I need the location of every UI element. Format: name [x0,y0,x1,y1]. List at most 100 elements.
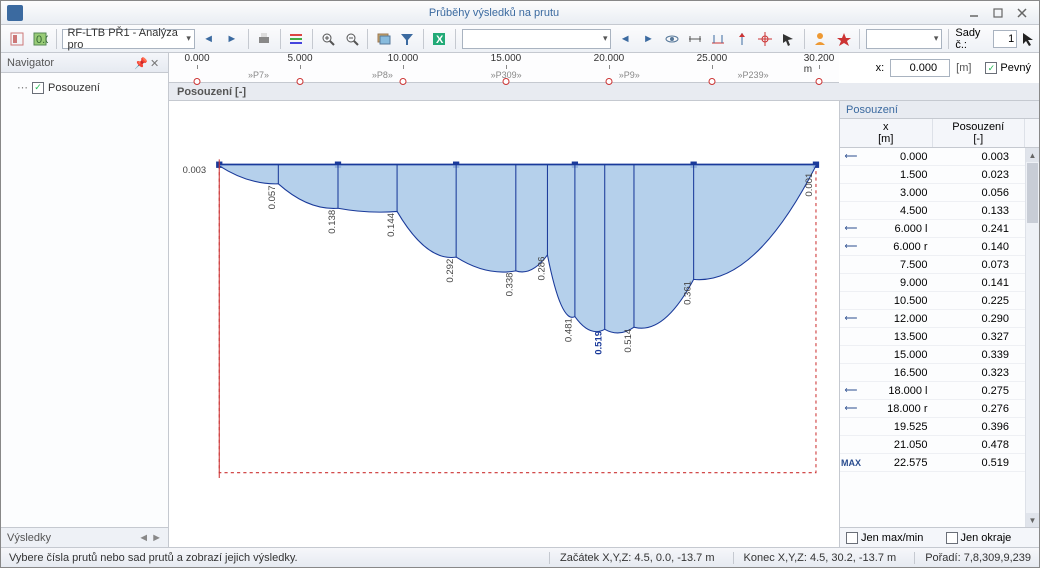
scroll-down-icon[interactable]: ▼ [1026,513,1039,527]
prev-arrow-icon[interactable]: ◄ [199,28,218,50]
target-icon[interactable] [755,28,774,50]
table-row[interactable]: ⟵6.000 l0.241 [840,220,1025,238]
svg-text:0.361: 0.361 [683,281,694,305]
svg-text:0.292: 0.292 [445,259,456,283]
table-row[interactable]: 15.0000.339 [840,346,1025,364]
navigator-tab[interactable]: Výsledky ◄► [1,527,168,547]
svg-text:0.286: 0.286 [536,257,547,281]
svg-text:0.138: 0.138 [327,210,338,234]
table-row[interactable]: ⟵12.0000.290 [840,310,1025,328]
layers-icon[interactable] [374,28,393,50]
table-row[interactable]: ⟵18.000 r0.276 [840,400,1025,418]
status-hint: Vybere čísla prutů nebo sad prutů a zobr… [9,552,531,564]
table-row[interactable]: 16.5000.323 [840,364,1025,382]
plot-title: Posouzení [-] [169,83,1039,101]
scroll-up-icon[interactable]: ▲ [1026,148,1039,162]
nav-tab-label: Výsledky [7,532,51,544]
table-row[interactable]: 21.0500.478 [840,436,1025,454]
status-end: Konec X,Y,Z: 4.5, 30.2, -13.7 m [733,552,897,564]
print-icon[interactable] [254,28,273,50]
titlebar: Průběhy výsledků na prutu [1,1,1039,25]
svg-text:0.514: 0.514 [623,329,634,353]
table-title: Posouzení [840,101,1039,119]
navigator-tree[interactable]: ⋯ ✓ Posouzení [1,73,168,527]
maximize-button[interactable] [987,5,1009,21]
pin-icon[interactable]: 📌 [134,57,146,69]
fixed-label: Pevný [1000,62,1031,74]
toolbar-icon-2[interactable]: 0.00 [30,28,49,50]
fixed-checkbox[interactable]: ✓ Pevný [985,62,1031,74]
zoom-in-icon[interactable] [319,28,338,50]
table-body[interactable]: ⟵0.0000.0031.5000.0233.0000.0564.5000.13… [840,148,1025,527]
tree-item-label: Posouzení [48,82,100,94]
svg-text:0.144: 0.144 [386,213,397,237]
cb-maxmin[interactable]: Jen max/min [840,532,940,544]
svg-text:0.001: 0.001 [804,173,815,197]
app-logo-icon [7,5,23,21]
navigator-panel: Navigator 📌 ✕ ⋯ ✓ Posouzení Výsledky ◄► [1,53,169,547]
svg-text:0.003: 0.003 [183,165,207,176]
plot-diagram[interactable]: 0.0570.1380.1440.2920.3380.2860.4810.519… [169,101,839,547]
status-bar: Vybere čísla prutů nebo sad prutů a zobr… [1,547,1039,567]
analysis-combo[interactable]: RF-LTB PŘ1 - Analýza pro [62,29,194,49]
table-row[interactable]: 1.5000.023 [840,166,1025,184]
extra-combo[interactable] [866,29,942,49]
toolbar-icon-1[interactable] [7,28,26,50]
x-input[interactable] [890,59,950,77]
close-panel-icon[interactable]: ✕ [150,57,162,69]
tab-prev-icon[interactable]: ◄ [138,532,149,544]
svg-text:0.057: 0.057 [267,185,278,209]
snap-icon[interactable] [732,28,751,50]
pick-icon[interactable] [779,28,798,50]
structure-icon[interactable] [709,28,728,50]
status-start: Začátek X,Y,Z: 4.5, 0.0, -13.7 m [549,552,714,564]
nav-next-icon[interactable]: ► [639,28,658,50]
table-row[interactable]: 13.5000.327 [840,328,1025,346]
table-row[interactable]: ⟵0.0000.003 [840,148,1025,166]
minimize-button[interactable] [963,5,985,21]
x-unit: [m] [956,62,971,74]
cursor-icon [1021,32,1033,46]
svg-text:0.481: 0.481 [564,318,575,342]
close-button[interactable] [1011,5,1033,21]
filter-combo[interactable] [462,29,612,49]
svg-text:X: X [436,34,444,46]
svg-text:0.338: 0.338 [505,273,516,297]
table-row[interactable]: 9.0000.141 [840,274,1025,292]
sady-spinner[interactable]: 1 [993,30,1017,48]
table-row[interactable]: 7.5000.073 [840,256,1025,274]
checkbox-icon[interactable]: ✓ [32,82,44,94]
chart-area: 0.0005.00010.00015.00020.00025.00030.200… [169,53,1039,547]
ruler-controls: x: [m] ✓ Pevný [839,53,1039,83]
table-row[interactable]: ⟵6.000 r0.140 [840,238,1025,256]
table-row[interactable]: ⟵18.000 l0.275 [840,382,1025,400]
tree-item-posouzeni[interactable]: ⋯ ✓ Posouzení [7,79,162,96]
table-footer: Jen max/min Jen okraje [840,527,1039,547]
table-row[interactable]: 10.5000.225 [840,292,1025,310]
svg-text:0.00: 0.00 [36,34,48,46]
eye-icon[interactable] [662,28,681,50]
bars-icon[interactable] [287,28,306,50]
table-row[interactable]: 4.5000.133 [840,202,1025,220]
navigator-header: Navigator 📌 ✕ [1,53,168,73]
table-scrollbar[interactable]: ▲ ▼ [1025,148,1039,527]
nav-prev-icon[interactable]: ◄ [615,28,634,50]
zoom-out-icon[interactable] [342,28,361,50]
status-order: Pořadí: 7,8,309,9,239 [914,552,1031,564]
star-icon[interactable] [834,28,853,50]
table-row[interactable]: MAX22.5750.519 [840,454,1025,472]
navigator-title: Navigator [7,57,54,69]
tab-next-icon[interactable]: ► [151,532,162,544]
table-row[interactable]: 3.0000.056 [840,184,1025,202]
sady-label: Sady č.: [955,27,989,51]
scroll-thumb[interactable] [1027,163,1038,223]
funnel-icon[interactable] [397,28,416,50]
excel-icon[interactable]: X [430,28,449,50]
table-row[interactable]: 19.5250.396 [840,418,1025,436]
ruler[interactable]: 0.0005.00010.00015.00020.00025.00030.200… [169,53,839,83]
next-arrow-icon[interactable]: ► [222,28,241,50]
cb-edges[interactable]: Jen okraje [940,532,1040,544]
person-icon[interactable] [811,28,830,50]
main-toolbar: 0.00 RF-LTB PŘ1 - Analýza pro ◄ ► X ◄ ► … [1,25,1039,53]
dim-icon[interactable] [685,28,704,50]
